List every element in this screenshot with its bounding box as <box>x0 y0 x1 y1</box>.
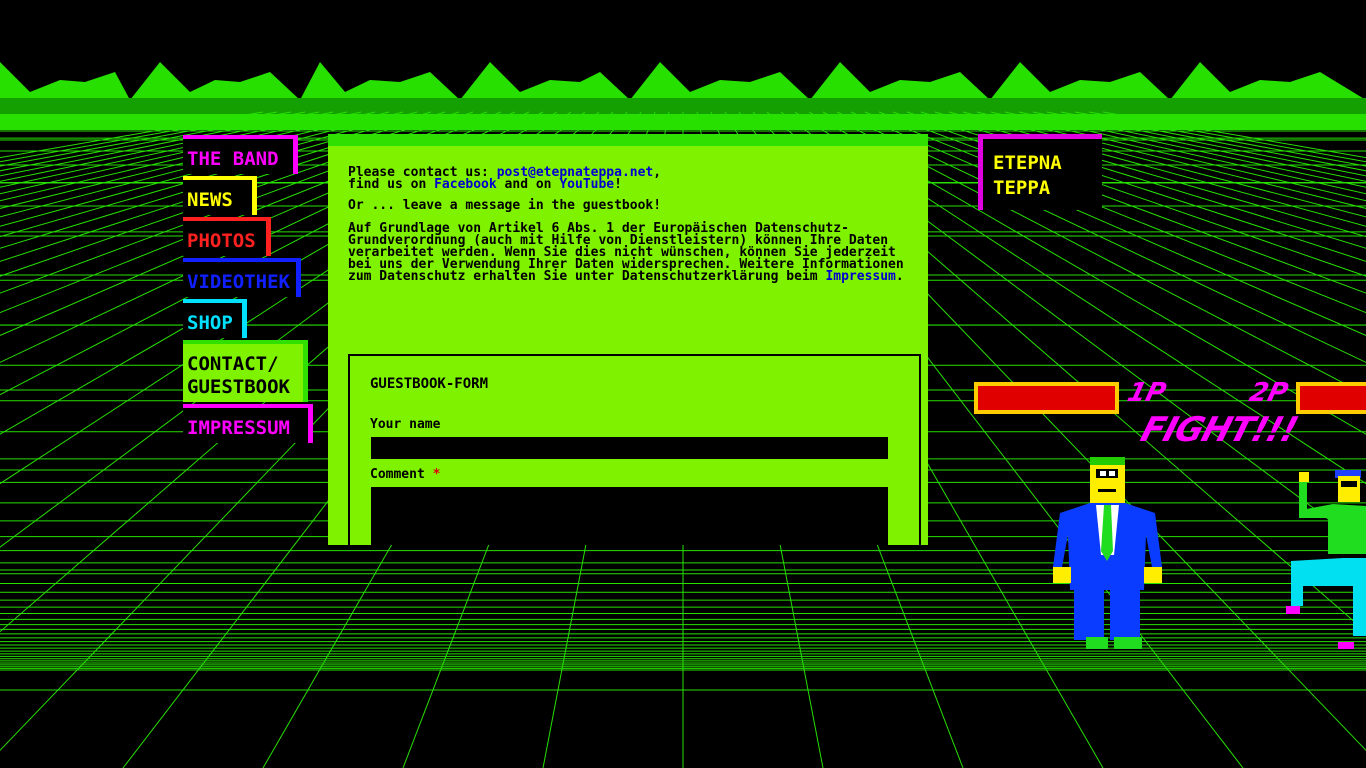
nav-label: CONTACT/ GUESTBOOK <box>187 353 290 398</box>
nav-item-news[interactable]: NEWS <box>183 176 257 215</box>
guestbook-hint: Or ... leave a message in the guestbook! <box>348 198 662 213</box>
privacy-text: Auf Grundlage von Artikel 6 Abs. 1 der E… <box>348 221 904 284</box>
guestbook-form: GUESTBOOK-FORM Your name Comment * <box>348 354 921 545</box>
privacy-end: . <box>895 269 904 284</box>
comment-field[interactable] <box>371 487 888 545</box>
facebook-link[interactable]: Facebook <box>434 177 497 192</box>
find-text-mid: and on <box>496 177 560 192</box>
nav-label: NEWS <box>187 189 233 211</box>
nav-item-photos[interactable]: PHOTOS <box>183 217 271 256</box>
logo-line-2: TEPPA <box>993 177 1051 199</box>
player-1-health-bar <box>974 382 1119 414</box>
find-text: find us on <box>348 177 435 192</box>
comment-label: Comment * <box>370 467 441 482</box>
nav-label: IMPRESSUM <box>187 417 290 439</box>
nav-label: THE BAND <box>187 148 279 170</box>
nav-item-the-band[interactable]: THE BAND <box>183 135 298 174</box>
contact-comma: , <box>653 165 662 180</box>
nav-item-shop[interactable]: SHOP <box>183 299 247 338</box>
find-text-end: ! <box>614 177 622 192</box>
nav-label: PHOTOS <box>187 230 256 252</box>
required-mark: * <box>432 467 441 482</box>
fight-banner: FIGHT!!! <box>1136 410 1302 450</box>
youtube-link[interactable]: YouTube <box>559 177 614 192</box>
nav-item-contact-guestbook[interactable]: CONTACT/ GUESTBOOK <box>183 340 308 402</box>
name-field[interactable] <box>371 437 888 459</box>
band-logo[interactable]: ETEPNA TEPPA <box>978 134 1102 210</box>
form-title: GUESTBOOK-FORM <box>370 376 489 392</box>
nav-label: VIDEOTHEK <box>187 271 290 293</box>
name-label: Your name <box>370 417 441 432</box>
comment-label-text: Comment <box>370 467 433 482</box>
contact-line: Please contact us: post@etepnateppa.net,… <box>348 165 908 192</box>
player-2-health-bar <box>1296 382 1366 414</box>
fighter-suit-sprite <box>1053 457 1162 649</box>
nav-item-videothek[interactable]: VIDEOTHEK <box>183 258 301 297</box>
panel-top-edge <box>328 134 928 146</box>
logo-line-1: ETEPNA <box>993 152 1062 174</box>
impressum-link[interactable]: Impressum <box>825 269 895 284</box>
player-2-tag: 2P <box>1246 378 1291 408</box>
nav-item-impressum[interactable]: IMPRESSUM <box>183 404 313 443</box>
nav-label: SHOP <box>187 312 233 334</box>
player-1-tag: 1P <box>1124 378 1169 408</box>
fighter-green-shirt-sprite <box>1286 470 1366 649</box>
privacy-notice: Auf Grundlage von Artikel 6 Abs. 1 der E… <box>348 221 908 284</box>
main-navigation: THE BAND NEWS PHOTOS VIDEOTHEK SHOP CONT… <box>183 135 323 445</box>
content-panel: Please contact us: post@etepnateppa.net,… <box>328 146 928 545</box>
